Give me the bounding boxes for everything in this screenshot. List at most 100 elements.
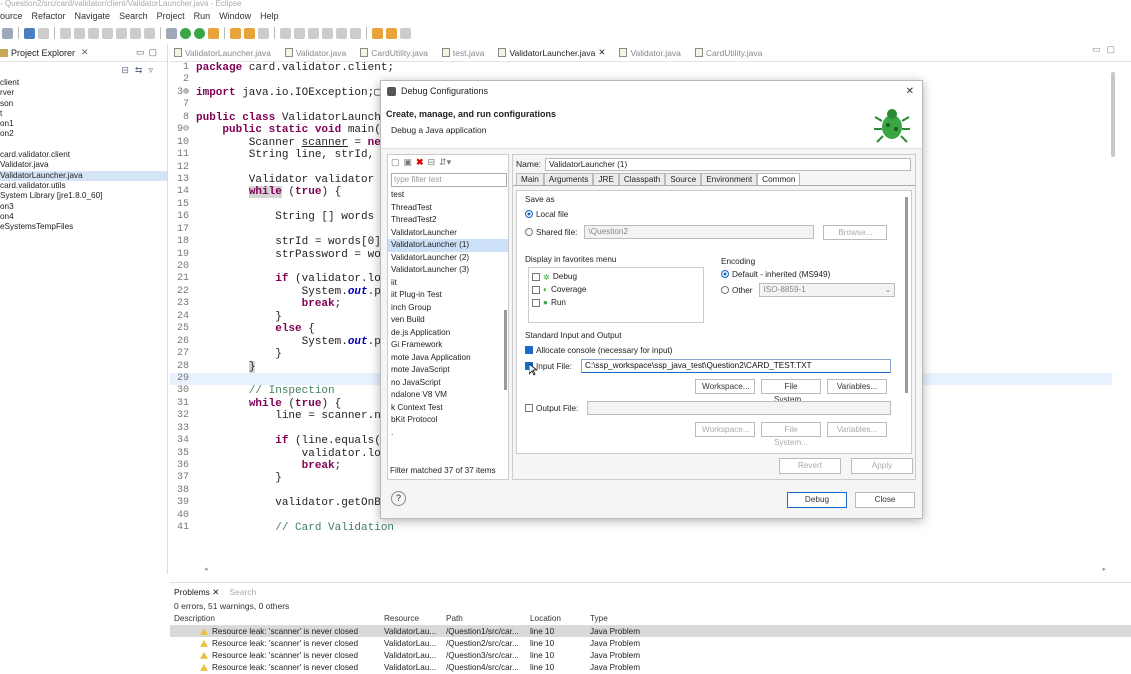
search-icon[interactable] — [258, 27, 269, 39]
column-header-type[interactable]: Type — [586, 613, 1131, 626]
tree-item[interactable]: card.validator.utils — [0, 181, 167, 191]
favorite-coverage[interactable]: ◐ Coverage — [532, 283, 700, 296]
skip-breakpoints-icon[interactable] — [38, 27, 49, 39]
shared-file-field[interactable]: \Question2 — [584, 225, 815, 239]
close-icon[interactable]: ✕ — [598, 47, 605, 58]
browse-button[interactable]: Browse... — [823, 224, 888, 240]
allocate-console-option[interactable]: Allocate console (necessary for input) — [525, 343, 673, 357]
table-row[interactable]: Resource leak: 'scanner' is never closed… — [170, 649, 1131, 661]
output-file-checkbox[interactable] — [525, 404, 533, 412]
filter-icon[interactable]: ⇵▾ — [439, 157, 451, 168]
column-header-location[interactable]: Location — [526, 613, 586, 626]
debug-config-icon[interactable] — [2, 27, 13, 39]
block-selection-icon[interactable] — [294, 27, 305, 39]
config-item[interactable]: mote JavaScript — [388, 364, 508, 377]
variables-button[interactable]: Variables... — [827, 379, 887, 394]
close-icon[interactable]: ✕ — [906, 86, 914, 97]
duplicate-config-icon[interactable]: ▣ — [404, 157, 413, 168]
tab-main[interactable]: Main — [516, 173, 544, 185]
tab-search[interactable]: Search — [229, 587, 256, 597]
tree-item[interactable]: card.validator.client — [0, 150, 167, 160]
editor-tab[interactable]: Validator.java — [281, 48, 356, 58]
config-item[interactable]: inch Group — [388, 302, 508, 315]
config-item[interactable]: k Context Test — [388, 402, 508, 415]
whitespace-icon[interactable] — [322, 27, 333, 39]
tree-item[interactable]: client — [0, 78, 167, 88]
config-item[interactable]: ven Build — [388, 314, 508, 327]
word-wrap-icon[interactable] — [308, 27, 319, 39]
editor-tab[interactable]: Validator.java — [615, 48, 690, 58]
file-system-button[interactable]: File System... — [761, 379, 821, 404]
close-button[interactable]: Close — [855, 492, 915, 508]
tree-item[interactable] — [0, 140, 167, 150]
config-item[interactable]: test — [388, 189, 508, 202]
revert-button[interactable]: Revert — [779, 458, 841, 474]
config-item[interactable]: iit — [388, 277, 508, 290]
allocate-console-checkbox[interactable] — [525, 346, 533, 354]
help-icon[interactable]: ? — [391, 491, 406, 506]
column-header-resource[interactable]: Resource — [380, 613, 442, 626]
tree-item[interactable]: on2 — [0, 129, 167, 139]
config-item[interactable]: ValidatorLauncher (3) — [388, 264, 508, 277]
menu-search[interactable]: Search — [119, 11, 148, 21]
tree-item[interactable]: on3 — [0, 202, 167, 212]
disconnect-icon[interactable] — [102, 27, 113, 39]
table-row[interactable]: Resource leak: 'scanner' is never closed… — [170, 625, 1131, 637]
menu-source[interactable]: ource — [0, 11, 23, 21]
scroll-left-icon[interactable]: ◂ — [204, 565, 208, 573]
code-line[interactable]: 1 package card.validator.client; — [170, 62, 1112, 74]
config-item[interactable]: Gi Framework — [388, 339, 508, 352]
config-item[interactable]: ValidatorLauncher (2) — [388, 252, 508, 265]
encoding-default-radio[interactable] — [721, 270, 729, 278]
panel-scrollbar-thumb[interactable] — [905, 197, 908, 393]
menu-window[interactable]: Window — [219, 11, 251, 21]
scrollbar-thumb[interactable] — [1111, 72, 1115, 157]
terminate-icon[interactable] — [88, 27, 99, 39]
open-type-icon[interactable] — [244, 27, 255, 39]
tab-source[interactable]: Source — [665, 173, 702, 185]
config-item[interactable]: mote Java Application — [388, 352, 508, 365]
link-editor-icon[interactable]: ⇆ — [135, 65, 143, 76]
back-icon[interactable] — [386, 27, 397, 39]
output-workspace-button[interactable]: Workspace... — [695, 422, 755, 437]
tree-item[interactable]: on4 — [0, 212, 167, 222]
favorite-run[interactable]: ● Run — [532, 296, 700, 309]
config-list-scrollbar[interactable] — [504, 205, 507, 445]
resume-icon[interactable] — [60, 27, 71, 39]
suspend-icon[interactable] — [74, 27, 85, 39]
last-edit-icon[interactable] — [372, 27, 383, 39]
tab-environment[interactable]: Environment — [701, 173, 758, 185]
output-file-field[interactable] — [587, 401, 892, 415]
debug-favorite-checkbox[interactable] — [532, 272, 540, 281]
menu-refactor[interactable]: Refactor — [32, 11, 66, 21]
coverage-favorite-checkbox[interactable] — [532, 285, 540, 294]
config-item[interactable]: bKit Protocol — [388, 414, 508, 427]
filter-input[interactable]: type filter text — [391, 173, 507, 187]
column-header-path[interactable]: Path — [442, 613, 526, 626]
encoding-other-radio[interactable] — [721, 286, 729, 294]
apply-button[interactable]: Apply — [851, 458, 913, 474]
workspace-button[interactable]: Workspace... — [695, 379, 755, 394]
name-input[interactable]: ValidatorLauncher (1) — [545, 157, 912, 171]
editor-tab[interactable]: ValidatorLauncher.java — [170, 48, 281, 58]
run-favorite-checkbox[interactable] — [532, 298, 540, 307]
config-item[interactable]: ValidatorLauncher — [388, 227, 508, 240]
tab-problems[interactable]: Problems ✕ — [174, 587, 219, 598]
tab-common[interactable]: Common — [757, 173, 801, 185]
config-item[interactable]: ndalone V8 VM — [388, 389, 508, 402]
table-row[interactable]: Resource leak: 'scanner' is never closed… — [170, 637, 1131, 649]
tree-item[interactable]: ValidatorLauncher.java — [0, 170, 167, 181]
tree-item[interactable]: eSystemsTempFiles — [0, 222, 167, 232]
tree-item[interactable]: System Library [jre1.8.0_60] — [0, 191, 167, 201]
new-package-icon[interactable] — [230, 27, 241, 39]
tree-item[interactable]: on1 — [0, 119, 167, 129]
output-variables-button[interactable]: Variables... — [827, 422, 887, 437]
step-over-icon[interactable] — [130, 27, 141, 39]
editor-tab[interactable]: test.java — [438, 48, 495, 58]
minimize-maximize-icon[interactable]: ▭▢ — [136, 47, 161, 58]
shared-file-radio[interactable] — [525, 228, 533, 236]
menu-help[interactable]: Help — [260, 11, 279, 21]
tree-item[interactable]: t — [0, 109, 167, 119]
annotation-next-icon[interactable] — [336, 27, 347, 39]
config-item[interactable]: . — [388, 427, 508, 440]
